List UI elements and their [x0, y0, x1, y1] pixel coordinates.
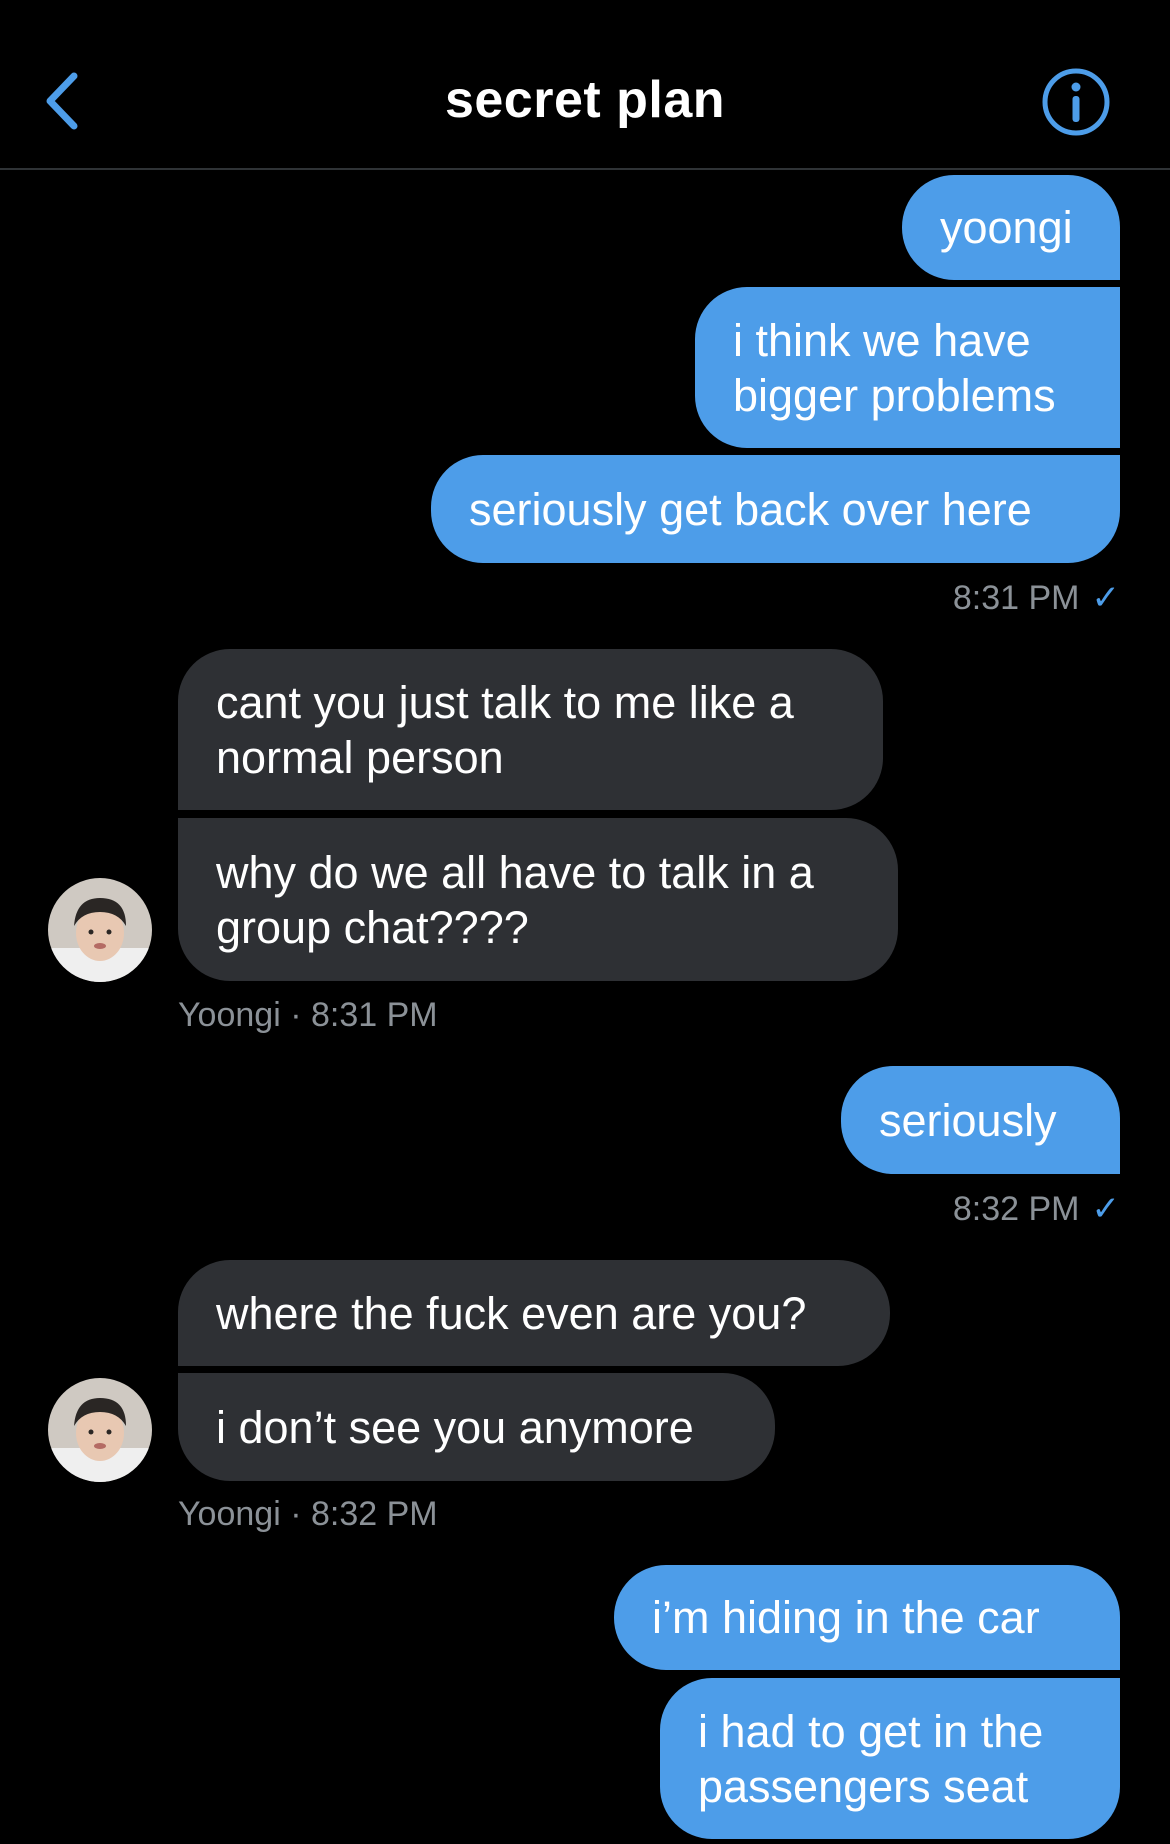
message-text: i had to get in the passengers seat: [698, 1705, 1044, 1812]
incoming-message[interactable]: where the fuck even are you?: [178, 1260, 890, 1366]
info-circle-icon: [1042, 68, 1110, 136]
message-text: i don’t see you anymore: [216, 1401, 694, 1453]
info-button[interactable]: [1040, 66, 1112, 138]
incoming-message[interactable]: why do we all have to talk in a group ch…: [178, 818, 898, 981]
conversation-title[interactable]: secret plan: [0, 70, 1170, 130]
sender-timestamp: Yoongi · 8:32 PM: [178, 1495, 438, 1533]
message-text: where the fuck even are you?: [216, 1287, 807, 1339]
avatar-image: [48, 878, 152, 982]
message-text: why do we all have to talk in a group ch…: [216, 846, 814, 953]
timestamp-text: 8:31 PM: [952, 579, 1080, 617]
incoming-message[interactable]: i don’t see you anymore: [178, 1373, 775, 1481]
outgoing-message[interactable]: seriously get back over here: [431, 455, 1120, 563]
message-timestamp: 8:31 PM ✓: [953, 578, 1120, 618]
message-timestamp: 8:32 PM ✓: [953, 1189, 1120, 1229]
message-text: cant you just talk to me like a normal p…: [216, 676, 794, 783]
outgoing-message[interactable]: i’m hiding in the car: [614, 1565, 1120, 1670]
message-text: seriously: [879, 1094, 1057, 1146]
timestamp-text: 8:32 PM: [952, 1190, 1080, 1228]
message-text: seriously get back over here: [469, 483, 1032, 535]
avatar[interactable]: [48, 1378, 152, 1482]
message-text: i’m hiding in the car: [652, 1592, 1040, 1643]
outgoing-message[interactable]: i had to get in the passengers seat: [660, 1678, 1120, 1839]
sender-timestamp: Yoongi · 8:31 PM: [178, 996, 438, 1034]
message-text: yoongi: [940, 202, 1073, 253]
message-text: i think we have bigger problems: [733, 314, 1056, 421]
avatar-image: [48, 1378, 152, 1482]
check-icon: ✓: [1091, 1190, 1121, 1228]
outgoing-message[interactable]: i think we have bigger problems: [695, 287, 1120, 448]
avatar[interactable]: [48, 878, 152, 982]
outgoing-message[interactable]: yoongi: [902, 175, 1120, 280]
chat-header: secret plan: [0, 0, 1170, 170]
outgoing-message[interactable]: seriously: [841, 1066, 1120, 1174]
check-icon: ✓: [1091, 579, 1121, 617]
incoming-message[interactable]: cant you just talk to me like a normal p…: [178, 649, 883, 810]
